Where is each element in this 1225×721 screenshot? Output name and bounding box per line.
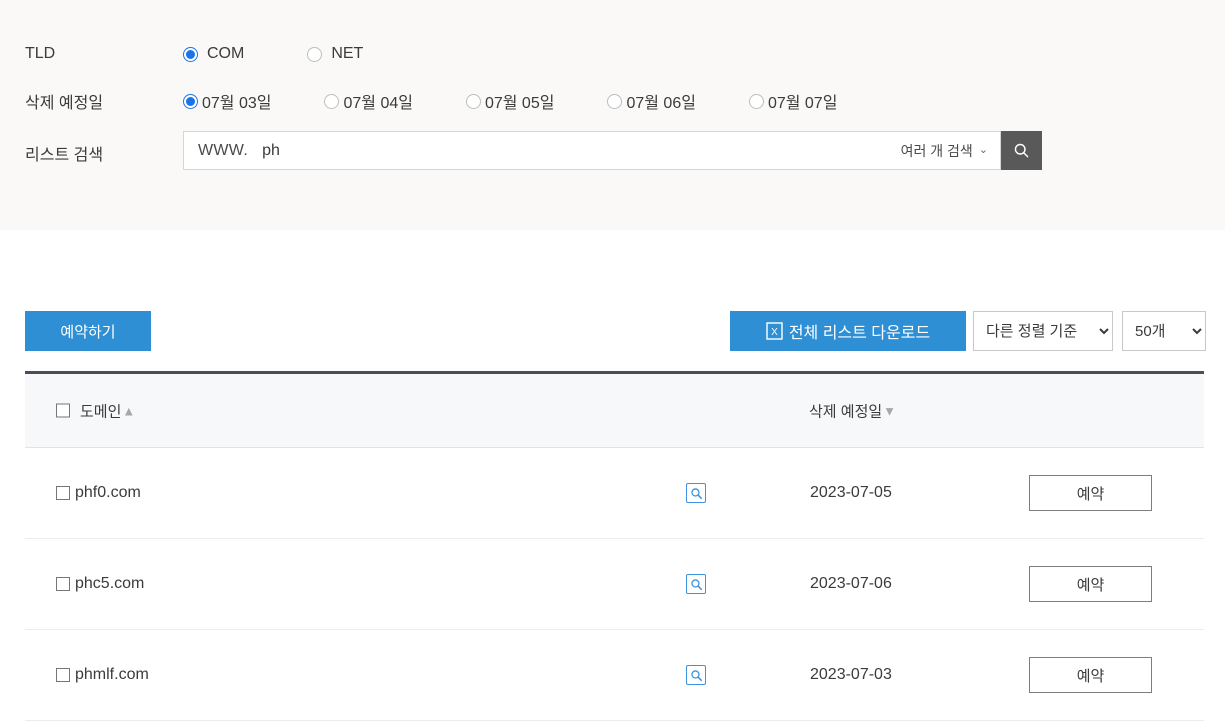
column-header-delete-date[interactable]: 삭제 예정일 ▼ [809,400,896,421]
search-input[interactable] [262,132,901,169]
domain-cell: phc5.com [56,575,144,593]
domain-list-table: 도메인 ▲ 삭제 예정일 ▼ phf0.com 2023-07-05 예약 ph… [25,371,1204,721]
whois-search-icon[interactable] [686,665,706,685]
delete-date-radio-0703-label: 07월 03일 [202,95,272,112]
download-full-list-label: 전체 리스트 다운로드 [788,325,931,342]
column-header-delete-date-label: 삭제 예정일 [809,403,883,420]
delete-date-cell: 2023-07-05 [810,484,892,501]
row-checkbox[interactable] [56,486,70,500]
domain-name: phc5.com [75,575,145,592]
radio-mark-icon [748,93,764,109]
delete-date-cell: 2023-07-03 [810,666,892,683]
domain-name: phmlf.com [75,666,149,683]
tld-radio-com-label: COM [207,45,245,62]
magnifier-glyph [690,669,702,681]
delete-date-radio-group: 07월 03일 07월 04일 07월 05일 07월 06일 07월 07일 [183,89,837,113]
domain-cell: phf0.com [56,484,141,502]
delete-date-radio-0703[interactable]: 07월 03일 [183,89,271,113]
reserve-button[interactable]: 예약 [1029,566,1152,602]
sort-ascending-icon: ▲ [122,403,136,418]
magnifier-glyph [690,578,702,590]
delete-date-cell: 2023-07-06 [810,575,892,592]
www-prefix-label: WWW. [198,141,249,159]
delete-date-radio-0706-label: 07월 06일 [626,95,696,112]
select-all-checkbox[interactable] [56,403,70,418]
excel-file-icon: X [766,322,783,340]
sort-select[interactable]: 다른 정렬 기준 [973,311,1113,351]
tld-label: TLD [25,45,56,62]
list-toolbar: 예약하기 X 전체 리스트 다운로드 다른 정렬 기준 50개 [0,309,1225,353]
filter-panel: TLD COM NET 삭제 예정일 07월 03일 07월 04일 07월 0… [0,0,1225,230]
table-row: phc5.com 2023-07-06 예약 [25,539,1204,630]
radio-mark-icon [183,46,198,62]
radio-mark-icon [307,46,323,62]
reserve-all-button[interactable]: 예약하기 [25,311,151,351]
delete-date-radio-0704-label: 07월 04일 [343,95,413,112]
search-button[interactable] [1001,131,1042,170]
list-search-label: 리스트 검색 [25,147,104,164]
reserve-button[interactable]: 예약 [1029,475,1152,511]
search-field-container: WWW. 여러 개 검색 ⌄ [183,131,1001,170]
column-header-domain[interactable]: 도메인 ▲ [56,400,135,421]
delete-date-radio-0705-label: 07월 05일 [484,95,555,112]
column-header-domain-label: 도메인 [80,403,122,420]
tld-radio-com[interactable]: COM [183,45,244,63]
radio-mark-icon [607,93,623,109]
row-checkbox[interactable] [56,577,70,591]
delete-date-radio-0706[interactable]: 07월 06일 [607,89,696,113]
delete-date-radio-0707[interactable]: 07월 07일 [748,89,838,113]
row-checkbox[interactable] [56,668,70,682]
multi-search-label: 여러 개 검색 [900,142,973,159]
delete-date-label: 삭제 예정일 [25,95,104,112]
magnifier-glyph [690,487,702,499]
delete-date-radio-0704[interactable]: 07월 04일 [324,89,413,113]
table-row: phf0.com 2023-07-05 예약 [25,448,1204,539]
reserve-button[interactable]: 예약 [1029,657,1152,693]
table-row: phmlf.com 2023-07-03 예약 [25,630,1204,721]
whois-search-icon[interactable] [686,483,706,503]
domain-name: phf0.com [75,484,141,501]
whois-search-icon[interactable] [686,574,706,594]
table-header-row: 도메인 ▲ 삭제 예정일 ▼ [25,374,1204,448]
search-icon [1014,143,1029,158]
domain-cell: phmlf.com [56,666,149,684]
delete-date-radio-0707-label: 07월 07일 [767,95,838,112]
tld-radio-net[interactable]: NET [307,45,363,63]
radio-mark-icon [465,93,481,109]
page-size-select[interactable]: 50개 [1122,311,1206,351]
tld-radio-net-label: NET [331,45,364,62]
radio-mark-icon [324,93,340,109]
download-full-list-button[interactable]: X 전체 리스트 다운로드 [730,311,966,351]
chevron-down-icon: ⌄ [978,144,988,156]
list-search-bar: WWW. 여러 개 검색 ⌄ [183,131,1042,170]
tld-radio-group: COM NET [183,45,363,63]
svg-text:X: X [771,327,778,338]
sort-descending-icon: ▼ [883,403,897,418]
multi-search-toggle[interactable]: 여러 개 검색 ⌄ [901,141,990,161]
delete-date-radio-0705[interactable]: 07월 05일 [465,89,555,113]
radio-mark-icon [183,93,198,109]
